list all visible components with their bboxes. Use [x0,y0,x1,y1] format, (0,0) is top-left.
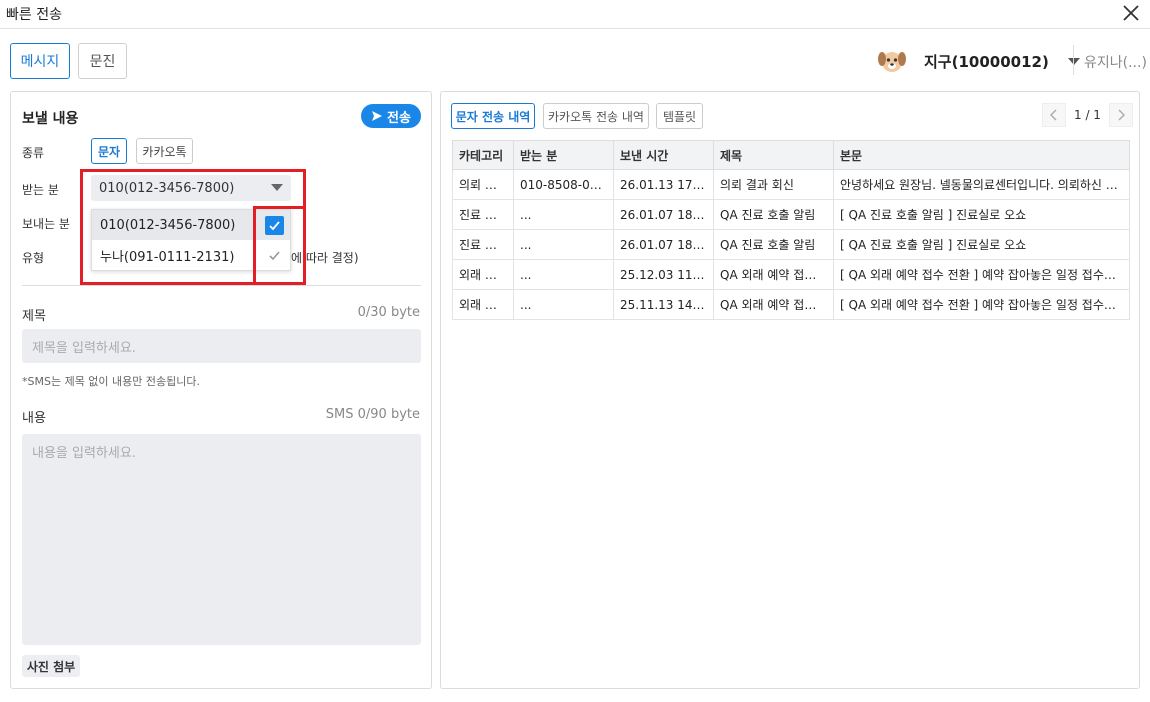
chevron-right-icon [1118,109,1125,121]
compose-panel: 보낼 내용 전송 종류 문자 카카오톡 받는 분 010(012-3456-78… [10,91,432,689]
page-indicator: 1 / 1 [1074,108,1101,122]
recipient-label: 받는 분 [22,183,59,197]
kind-sms-chip[interactable]: 문자 [91,138,127,164]
table-cell: 진료 호출 알림 [452,229,514,260]
table-cell: 26.01.13 17:41 [613,169,714,200]
divider [1073,45,1074,75]
close-icon[interactable] [1120,2,1142,24]
highlight-box-checks [253,206,306,285]
table-cell: ... [513,229,614,260]
table-header-row: 카테고리 받는 분 보낸 시간 제목 본문 [452,140,1130,170]
table-cell: QA 외래 예약 접수 전환 [713,289,834,320]
subject-input[interactable]: 제목을 입력하세요. [22,329,421,363]
table-cell: 진료 호출 알림 [452,199,514,230]
next-page-button[interactable] [1108,103,1133,127]
table-row[interactable]: 외래 예약 접수 ... 25.12.03 11:40 QA 외래 예약 접수 … [452,259,1130,290]
table-row[interactable]: 의뢰 결과 회신 010-8508-0075 26.01.13 17:41 의뢰… [452,169,1130,200]
table-cell: 의뢰 결과 회신 [452,169,514,200]
kind-kakao-chip[interactable]: 카카오톡 [136,138,193,164]
chevron-left-icon [1050,109,1057,121]
prev-page-button[interactable] [1042,103,1066,127]
user-name: 지구(10000012) [924,52,1049,71]
history-panel: 문자 전송 내역 카카오톡 전송 내역 템플릿 1 / 1 카테고리 받는 분 … [440,91,1140,689]
body-textarea[interactable]: 내용을 입력하세요. [22,434,421,645]
body-label: 내용 [22,411,46,426]
divider [22,285,421,286]
compose-title: 보낼 내용 [22,111,79,127]
dog-avatar-icon [878,52,906,72]
table-row[interactable]: 외래 예약 접수 ... 25.11.13 14:40 QA 외래 예약 접수 … [452,289,1130,320]
table-cell: 외래 예약 접수 [452,259,514,290]
table-cell: [ QA 외래 예약 접수 전환 ] 예약 잡아놓은 일정 접수로 전환 [833,259,1130,290]
send-label: 전송 [387,110,411,126]
table-cell: 25.12.03 11:40 [613,259,714,290]
table-cell: ... [513,289,614,320]
column-header: 카테고리 [452,140,514,170]
attach-photo-button[interactable]: 사진 첨부 [22,655,80,677]
keep-user-label[interactable]: 유지나(...) [1084,52,1147,72]
table-cell: [ QA 진료 호출 알림 ] 진료실로 오쇼 [833,199,1130,230]
sms-hint: *SMS는 제목 없이 내용만 전송됩니다. [22,375,200,388]
column-header: 제목 [713,140,834,170]
table-cell: ... [513,199,614,230]
window-titlebar: 빠른 전송 [0,0,1150,29]
table-cell: 26.01.07 18:05 [613,229,714,260]
column-header: 받는 분 [513,140,614,170]
send-button[interactable]: 전송 [361,104,421,128]
table-cell: QA 진료 호출 알림 [713,199,834,230]
table-cell: 010-8508-0075 [513,169,614,200]
tab-sms-history[interactable]: 문자 전송 내역 [451,103,535,129]
table-cell: [ QA 진료 호출 알림 ] 진료실로 오쇼 [833,229,1130,260]
table-cell: QA 외래 예약 접수 전환 [713,259,834,290]
table-row[interactable]: 진료 호출 알림 ... 26.01.07 18:05 QA 진료 호출 알림 … [452,199,1130,230]
subject-byte-count: 0/30 byte [357,305,420,320]
sender-label: 보내는 분 [22,217,70,231]
history-table: 카테고리 받는 분 보낸 시간 제목 본문 의뢰 결과 회신 010-8508-… [452,140,1130,320]
tab-questionnaire[interactable]: 문진 [78,43,127,79]
table-cell: QA 진료 호출 알림 [713,229,834,260]
table-cell: 25.11.13 14:40 [613,289,714,320]
tab-template[interactable]: 템플릿 [656,103,703,129]
type-label: 유형 [22,251,45,265]
table-cell: 외래 예약 접수 [452,289,514,320]
tab-message[interactable]: 메시지 [10,43,70,79]
window-title: 빠른 전송 [6,7,62,23]
subject-placeholder: 제목을 입력하세요. [32,341,136,356]
kind-label: 종류 [22,146,45,160]
column-header: 보낸 시간 [613,140,714,170]
body-byte-count: SMS 0/90 byte [325,407,420,422]
table-cell: 26.01.07 18:05 [613,199,714,230]
table-cell: ... [513,259,614,290]
table-cell: [ QA 외래 예약 접수 전환 ] 예약 잡아놓은 일정 접수로 전환 [833,289,1130,320]
tab-kakao-history[interactable]: 카카오톡 전송 내역 [543,103,649,129]
table-cell: 의뢰 결과 회신 [713,169,834,200]
table-cell: 안녕하세요 원장님. 넬동물의료센터입니다. 의뢰하신 유지나 [833,169,1130,200]
table-row[interactable]: 진료 호출 알림 ... 26.01.07 18:05 QA 진료 호출 알림 … [452,229,1130,260]
pagination: 1 / 1 [1042,103,1133,127]
user-selector[interactable]: 지구(10000012) [876,44,1081,78]
column-header: 본문 [833,140,1130,170]
subject-label: 제목 [22,309,46,324]
body-placeholder: 내용을 입력하세요. [32,446,136,461]
send-icon [372,111,383,121]
